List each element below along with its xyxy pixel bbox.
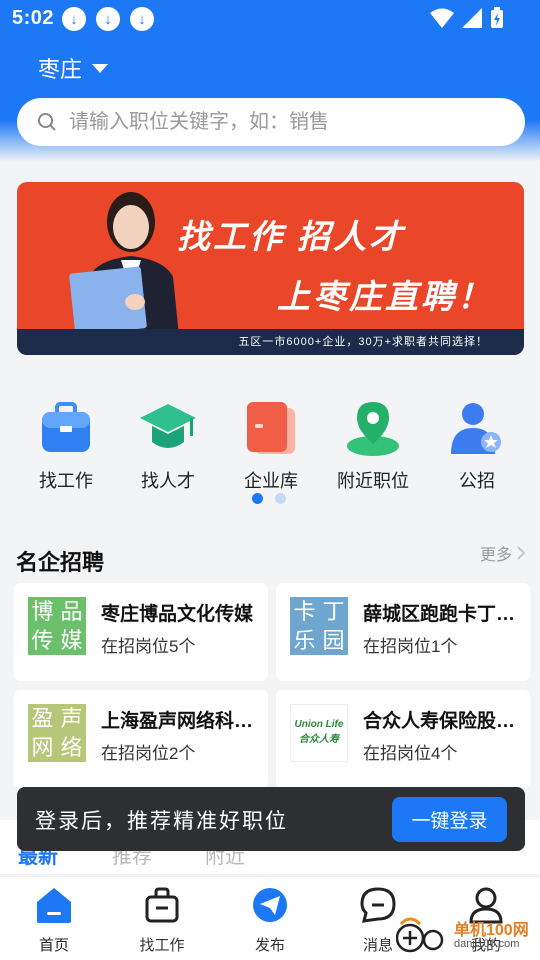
banner-footer: 五区一市6000+企业，30万+求职者共同选择！	[17, 329, 524, 355]
company-book-icon	[247, 402, 295, 454]
section-title: 名企招聘	[16, 550, 105, 575]
company-logo: 卡 丁 乐 园	[290, 597, 348, 655]
logo-text: 合众人寿	[299, 734, 339, 745]
notification-icons: ↓ ↓ ↓	[62, 7, 154, 31]
login-prompt-text: 登录后，推荐精准好职位	[35, 810, 288, 833]
logo-char: 盈	[31, 706, 54, 731]
message-icon	[360, 887, 396, 923]
logo-char: 乐	[293, 628, 316, 653]
city-selector[interactable]: 枣庄	[38, 52, 109, 84]
search-bar[interactable]	[17, 98, 525, 146]
nav-publish[interactable]: 发布	[225, 885, 315, 955]
one-click-login-button[interactable]: 一键登录	[392, 797, 507, 842]
company-card[interactable]: 盈 声 网 络 上海盈声网络科技有限公司 在招岗位2个	[14, 690, 268, 788]
nav-label: 找工作	[139, 937, 185, 954]
promo-banner[interactable]: 找工作 招人才 上枣庄直聘！ 五区一市6000+企业，30万+求职者共同选择！	[17, 182, 524, 355]
company-card[interactable]: 卡 丁 乐 园 薛城区跑跑卡丁车乐园 在招岗位1个	[276, 583, 530, 681]
logo-char: 传	[31, 628, 54, 653]
page-dot-active	[252, 493, 263, 504]
status-bar: 5:02 ↓ ↓ ↓	[0, 0, 540, 36]
watermark-url: danji100.com	[454, 938, 520, 950]
person-badge-icon	[451, 403, 501, 454]
nav-label: 发布	[254, 937, 285, 954]
location-pin-icon	[347, 402, 399, 456]
company-name: 枣庄博品文化传媒	[101, 604, 254, 625]
status-time: 5:02	[12, 7, 55, 29]
category-label: 找工作	[39, 471, 93, 491]
page-indicator	[252, 493, 286, 504]
logo-char: 络	[60, 735, 83, 760]
logo-char: 博	[31, 599, 54, 624]
send-icon	[253, 888, 287, 922]
company-logo: Union Life 合众人寿	[290, 704, 348, 762]
more-link[interactable]: 更多	[480, 541, 526, 565]
home-icon	[37, 888, 71, 923]
category-find-talent[interactable]: 找人才	[118, 398, 218, 493]
company-positions: 在招岗位4个	[363, 744, 458, 763]
logo-char: 品	[60, 599, 83, 624]
company-logo: 盈 声 网 络	[28, 704, 86, 762]
company-name: 上海盈声网络科技有限公司	[101, 711, 261, 732]
company-card[interactable]: 博 品 传 媒 枣庄博品文化传媒 在招岗位5个	[14, 583, 268, 681]
logo-text: Union Life	[294, 719, 344, 730]
system-icons	[430, 7, 504, 29]
battery-icon	[491, 7, 503, 28]
wifi-icon	[430, 8, 454, 28]
search-icon	[38, 113, 56, 131]
company-positions: 在招岗位5个	[101, 637, 196, 656]
logo-char: 网	[31, 735, 54, 760]
category-find-job[interactable]: 找工作	[16, 398, 116, 493]
chevron-right-icon	[517, 546, 526, 560]
signal-icon	[462, 8, 482, 28]
company-card[interactable]: Union Life 合众人寿 合众人寿保险股份有限公司 在招岗位4个	[276, 690, 530, 788]
search-input[interactable]	[69, 110, 489, 134]
graduation-cap-icon	[140, 404, 196, 448]
download-icon: ↓	[96, 7, 120, 31]
city-label: 枣庄	[38, 57, 83, 82]
category-label: 附近职位	[337, 471, 409, 491]
company-positions: 在招岗位1个	[363, 637, 458, 656]
category-label: 找人才	[141, 471, 195, 491]
nav-find-job[interactable]: 找工作	[117, 885, 207, 955]
banner-headline: 找工作 招人才	[177, 218, 406, 255]
category-company-library[interactable]: 企业库	[221, 398, 321, 493]
category-public-recruitment[interactable]: 公招	[427, 398, 527, 493]
category-grid: 找工作 找人才 企业库 附近职位 公招	[0, 398, 540, 498]
watermark-logo-icon	[396, 917, 444, 953]
more-label: 更多	[479, 547, 512, 564]
category-label: 企业库	[244, 471, 298, 491]
login-prompt: 登录后，推荐精准好职位 一键登录	[17, 787, 525, 851]
logo-char: 声	[60, 706, 83, 731]
logo-char: 园	[322, 628, 345, 653]
company-name: 薛城区跑跑卡丁车乐园	[363, 604, 523, 625]
watermark-text: 单机100网	[454, 922, 529, 939]
company-name: 合众人寿保险股份有限公司	[363, 711, 523, 732]
page-dot	[275, 493, 286, 504]
nav-label: 首页	[38, 937, 69, 954]
banner-subheadline: 上枣庄直聘！	[277, 278, 493, 315]
category-label: 公招	[459, 471, 495, 491]
category-nearby-jobs[interactable]: 附近职位	[323, 398, 423, 493]
download-icon: ↓	[130, 7, 154, 31]
company-positions: 在招岗位2个	[101, 744, 196, 763]
logo-char: 卡	[293, 599, 316, 624]
logo-char: 媒	[60, 628, 83, 653]
watermark: 单机100网 danji100.com	[396, 912, 536, 956]
nav-home[interactable]: 首页	[9, 885, 99, 955]
bag-icon	[145, 887, 179, 923]
chevron-down-icon	[92, 63, 109, 73]
company-logo: 博 品 传 媒	[28, 597, 86, 655]
download-icon: ↓	[62, 7, 86, 31]
briefcase-icon	[42, 402, 90, 452]
logo-char: 丁	[322, 599, 345, 624]
